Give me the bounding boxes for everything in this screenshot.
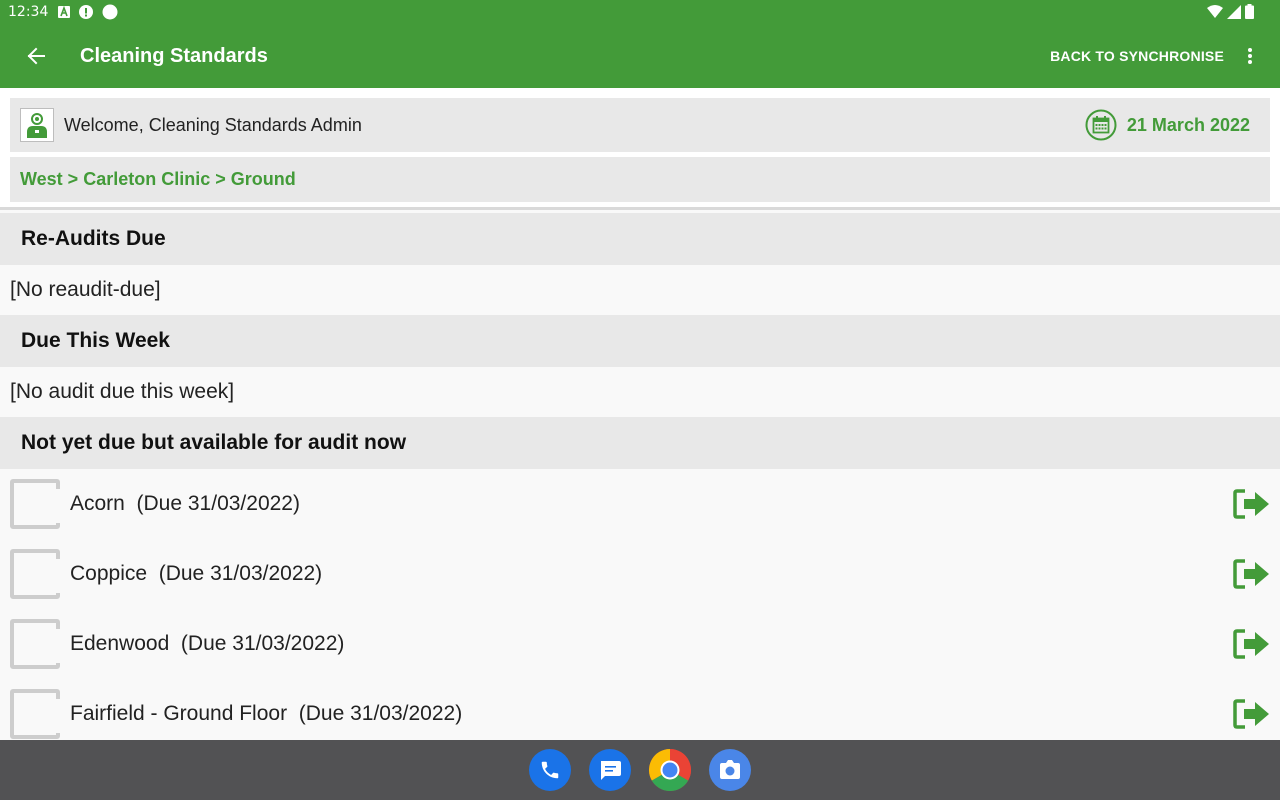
status-bar: 12:34	[0, 0, 1280, 24]
taskbar-dock	[0, 740, 1280, 800]
section-due-this-week: Due This Week	[0, 315, 1280, 367]
app-bar: 12:34 Cleaning Standards BACK TO SYNCHRO…	[0, 0, 1280, 88]
audit-label: Coppice (Due 31/03/2022)	[70, 562, 323, 585]
chrome-icon[interactable]	[649, 749, 691, 791]
open-audit-icon[interactable]	[1232, 697, 1272, 731]
messages-icon[interactable]	[589, 749, 631, 791]
battery-icon	[1245, 4, 1254, 19]
due-week-empty-text: [No audit due this week]	[0, 367, 1280, 417]
audit-label: Fairfield - Ground Floor (Due 31/03/2022…	[70, 702, 463, 725]
calendar-icon	[1085, 109, 1117, 141]
alert-icon	[79, 5, 94, 19]
a-box-icon	[58, 6, 71, 18]
audit-checkbox[interactable]	[10, 689, 61, 739]
welcome-bar: Welcome, Cleaning Standards Admin 21 Mar…	[10, 98, 1270, 152]
circle-icon	[102, 4, 118, 20]
camera-icon[interactable]	[709, 749, 751, 791]
audit-checkbox[interactable]	[10, 619, 61, 669]
phone-icon[interactable]	[529, 749, 571, 791]
list-item[interactable]: Coppice (Due 31/03/2022)	[0, 539, 1280, 609]
reaudit-empty-text: [No reaudit-due]	[0, 265, 1280, 315]
signal-icon	[1227, 4, 1241, 19]
avatar	[20, 108, 54, 142]
open-audit-icon[interactable]	[1232, 627, 1272, 661]
list-item[interactable]: Edenwood (Due 31/03/2022)	[0, 609, 1280, 679]
back-button[interactable]	[0, 24, 72, 88]
date-display[interactable]: 21 March 2022	[1085, 98, 1250, 152]
audit-label: Edenwood (Due 31/03/2022)	[70, 632, 345, 655]
list-item[interactable]: Fairfield - Ground Floor (Due 31/03/2022…	[0, 679, 1280, 749]
welcome-text: Welcome, Cleaning Standards Admin	[64, 114, 362, 135]
back-arrow-icon	[27, 47, 45, 65]
breadcrumb[interactable]: West > Carleton Clinic > Ground	[10, 157, 1270, 202]
current-date: 21 March 2022	[1126, 114, 1250, 135]
back-to-synchronise-button[interactable]: BACK TO SYNCHRONISE	[1050, 24, 1224, 88]
audit-checkbox[interactable]	[10, 549, 61, 599]
section-reaudits-due: Re-Audits Due	[0, 213, 1280, 265]
section-available-for-audit: Not yet due but available for audit now	[0, 417, 1280, 469]
page-title: Cleaning Standards	[80, 44, 268, 67]
user-icon	[26, 112, 48, 138]
list-item[interactable]: Acorn (Due 31/03/2022)	[0, 469, 1280, 539]
wifi-icon	[1207, 4, 1223, 19]
audit-label: Acorn (Due 31/03/2022)	[70, 492, 300, 515]
audit-checkbox[interactable]	[10, 479, 61, 529]
overflow-menu-icon	[1248, 48, 1252, 64]
open-audit-icon[interactable]	[1232, 557, 1272, 591]
toolbar: Cleaning Standards BACK TO SYNCHRONISE	[0, 24, 1280, 88]
open-audit-icon[interactable]	[1232, 487, 1272, 521]
header-area: Welcome, Cleaning Standards Admin 21 Mar…	[0, 88, 1280, 210]
status-time: 12:34	[8, 4, 49, 20]
overflow-menu-button[interactable]	[1238, 24, 1262, 88]
